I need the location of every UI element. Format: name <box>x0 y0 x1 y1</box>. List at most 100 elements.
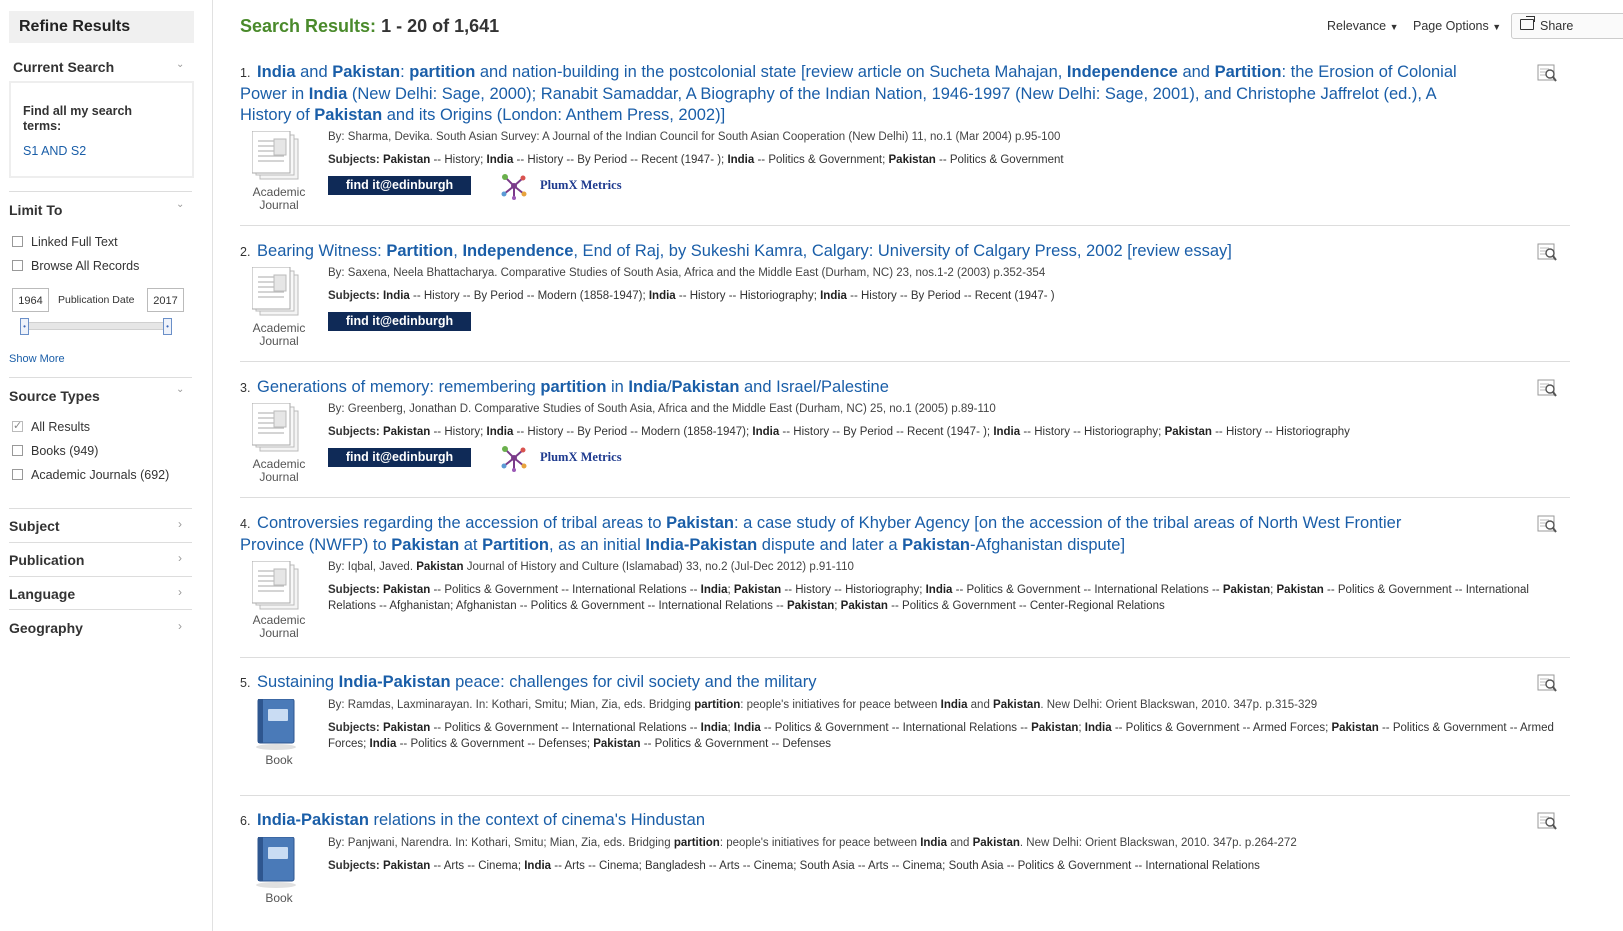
limit-to-heading[interactable]: Limit To <box>9 202 62 218</box>
publication-type-label: Academic Journal <box>252 321 306 348</box>
result-citation: By: Saxena, Neela Bhattacharya. Comparat… <box>328 267 1046 279</box>
date-to-input[interactable]: 2017 <box>147 288 184 312</box>
checkbox-icon[interactable] <box>12 445 23 456</box>
preview-magnifier-icon[interactable] <box>1537 379 1557 397</box>
academic-journal-icon[interactable] <box>251 402 310 460</box>
result-subjects: Subjects: Pakistan -- History; India -- … <box>328 426 1350 438</box>
linked-full-text-checkbox[interactable]: Linked Full Text <box>12 235 118 249</box>
result-title-link[interactable]: 4. Controversies regarding the accession… <box>240 513 1470 556</box>
result-number: 5. <box>240 676 251 690</box>
result-citation: By: Greenberg, Jonathan D. Comparative S… <box>328 403 996 415</box>
share-label: Share <box>1540 19 1574 33</box>
search-terms-link[interactable]: S1 AND S2 <box>23 144 86 158</box>
result-title-link[interactable]: 5. Sustaining India-Pakistan peace: chal… <box>240 672 1470 694</box>
share-button[interactable]: Share <box>1511 13 1623 39</box>
publication-type-label: Academic Journal <box>252 457 306 484</box>
show-more-link[interactable]: Show More <box>9 353 65 365</box>
chevron-right-icon[interactable]: › <box>178 585 182 599</box>
source-types-heading[interactable]: Source Types <box>9 388 100 404</box>
facet-publication[interactable]: Publication <box>9 552 84 568</box>
result-title-text[interactable]: Bearing Witness: Partition, Independence… <box>257 242 1232 260</box>
refine-results-heading: Refine Results <box>9 11 194 43</box>
result-divider <box>240 361 1570 362</box>
chevron-down-icon[interactable]: ⌄ <box>176 384 184 395</box>
sort-dropdown[interactable]: Relevance ▼ <box>1327 19 1398 33</box>
result-title-text[interactable]: India and Pakistan: partition and nation… <box>240 63 1457 124</box>
chevron-right-icon[interactable]: › <box>178 619 182 633</box>
preview-magnifier-icon[interactable] <box>1537 812 1557 830</box>
checkbox-label: Linked Full Text <box>31 235 118 249</box>
results-range: 1 - 20 of 1,641 <box>381 16 500 36</box>
plumx-metrics-link[interactable]: PlumX Metrics <box>500 444 640 472</box>
result-divider <box>240 497 1570 498</box>
date-slider-max-handle[interactable]: • <box>163 318 172 335</box>
academic-journal-icon[interactable] <box>251 130 310 188</box>
findit-edinburgh-button[interactable]: find it@edinburgh <box>328 312 471 331</box>
result-citation: By: Panjwani, Narendra. In: Kothari, Smi… <box>328 837 1297 849</box>
preview-magnifier-icon[interactable] <box>1537 64 1557 82</box>
result-title-text[interactable]: India-Pakistan relations in the context … <box>257 811 705 829</box>
result-title-link[interactable]: 1. India and Pakistan: partition and nat… <box>240 62 1470 126</box>
chevron-right-icon[interactable]: › <box>178 517 182 531</box>
academic-journal-icon[interactable] <box>251 560 310 618</box>
result-number: 4. <box>240 517 251 531</box>
result-number: 3. <box>240 381 251 395</box>
result-citation: By: Iqbal, Javed. Pakistan Journal of Hi… <box>328 561 854 573</box>
result-divider <box>240 657 1570 658</box>
date-slider-track[interactable] <box>20 322 172 330</box>
books-checkbox[interactable]: Books (949) <box>12 444 98 458</box>
result-title-text[interactable]: Sustaining India-Pakistan peace: challen… <box>257 673 816 691</box>
subjects-label: Subjects: <box>328 426 380 438</box>
result-subjects: Subjects: Pakistan -- Politics & Governm… <box>328 584 1529 612</box>
findit-edinburgh-button[interactable]: find it@edinburgh <box>328 448 471 467</box>
preview-magnifier-icon[interactable] <box>1537 243 1557 261</box>
result-number: 1. <box>240 66 251 80</box>
academic-journals-checkbox[interactable]: Academic Journals (692) <box>12 468 169 482</box>
date-slider-min-handle[interactable]: • <box>20 318 29 335</box>
search-terms-label: Find all my search terms: <box>23 104 133 133</box>
book-icon[interactable] <box>252 698 310 756</box>
page-options-dropdown[interactable]: Page Options ▼ <box>1413 19 1501 33</box>
preview-magnifier-icon[interactable] <box>1537 515 1557 533</box>
result-citation: By: Sharma, Devika. South Asian Survey: … <box>328 131 1061 143</box>
publication-type-label: Book <box>265 891 293 905</box>
result-title-link[interactable]: 2. Bearing Witness: Partition, Independe… <box>240 241 1470 263</box>
plumx-label: PlumX Metrics <box>540 178 622 192</box>
checkbox-checked-icon[interactable] <box>12 419 23 432</box>
chevron-down-icon[interactable]: ⌄ <box>176 59 184 70</box>
result-title-text[interactable]: Controversies regarding the accession of… <box>240 514 1401 554</box>
book-icon[interactable] <box>252 836 310 894</box>
checkbox-icon[interactable] <box>12 260 23 271</box>
checkbox-label: Academic Journals (692) <box>31 468 170 482</box>
chevron-right-icon[interactable]: › <box>178 551 182 565</box>
subjects-label: Subjects: <box>328 154 380 166</box>
current-search-box: Find all my search terms: S1 AND S2 <box>9 81 194 178</box>
chevron-down-icon[interactable]: ⌄ <box>176 199 184 210</box>
subjects-label: Subjects: <box>328 722 380 734</box>
result-title-link[interactable]: 6. India-Pakistan relations in the conte… <box>240 810 1470 832</box>
checkbox-label: Browse All Records <box>31 259 140 273</box>
facet-subject[interactable]: Subject <box>9 518 60 534</box>
result-title-text[interactable]: Generations of memory: remembering parti… <box>257 378 889 396</box>
result-divider <box>240 225 1570 226</box>
date-from-input[interactable]: 1964 <box>12 288 49 312</box>
academic-journal-icon[interactable] <box>251 266 310 324</box>
facet-geography[interactable]: Geography <box>9 620 83 636</box>
result-title-link[interactable]: 3. Generations of memory: remembering pa… <box>240 377 1470 399</box>
result-number: 2. <box>240 245 251 259</box>
all-results-checkbox[interactable]: All Results <box>12 419 90 434</box>
preview-magnifier-icon[interactable] <box>1537 674 1557 692</box>
publication-type-label: Academic Journal <box>252 185 306 212</box>
results-heading: Search Results: 1 - 20 of 1,641 <box>240 16 499 37</box>
results-label: Search Results: <box>240 16 377 36</box>
findit-edinburgh-button[interactable]: find it@edinburgh <box>328 176 471 195</box>
sort-label: Relevance <box>1327 19 1387 33</box>
plumx-metrics-link[interactable]: PlumX Metrics <box>500 172 640 200</box>
result-citation: By: Ramdas, Laxminarayan. In: Kothari, S… <box>328 699 1318 711</box>
checkbox-icon[interactable] <box>12 236 23 247</box>
divider <box>9 609 192 610</box>
checkbox-icon[interactable] <box>12 469 23 480</box>
browse-all-records-checkbox[interactable]: Browse All Records <box>12 259 139 273</box>
current-search-heading[interactable]: Current Search <box>13 59 114 75</box>
facet-language[interactable]: Language <box>9 586 75 602</box>
